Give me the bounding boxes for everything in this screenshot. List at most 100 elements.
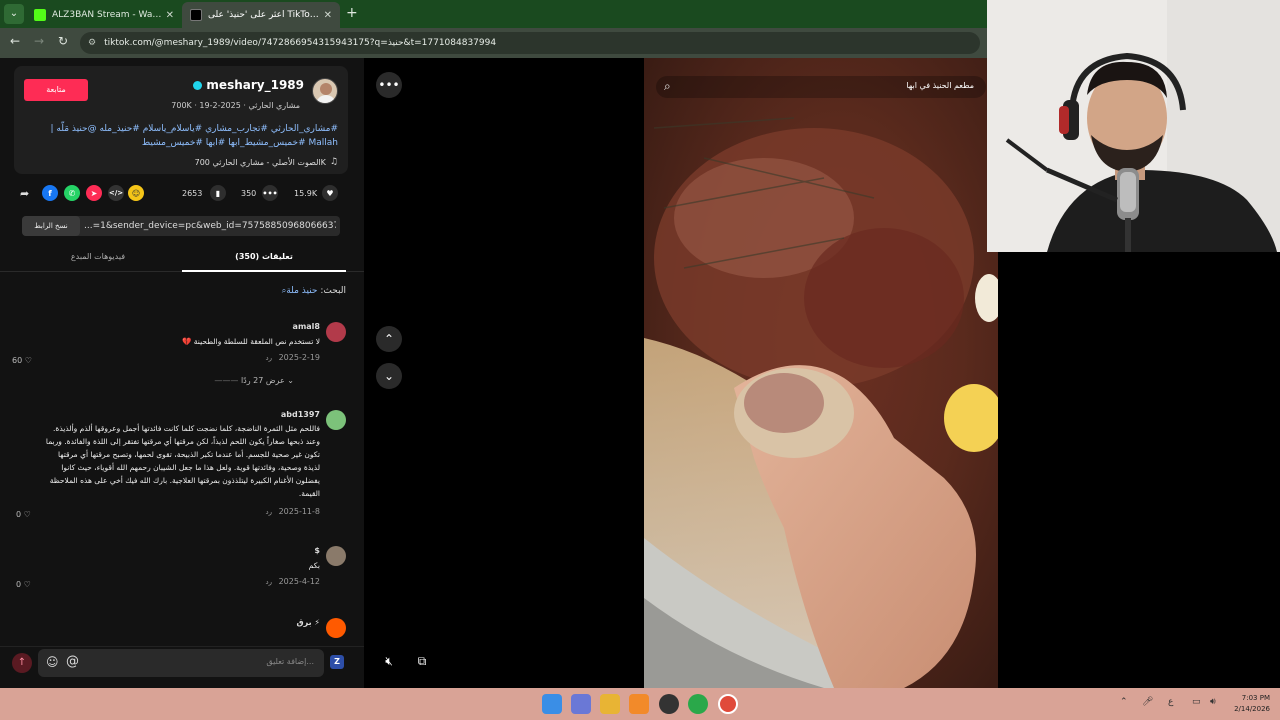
copy-link-button[interactable]: نسخ الرابط [22, 216, 80, 236]
tray-chevron-up-icon[interactable]: ⌃ [1120, 697, 1128, 707]
share-icon[interactable]: ➦ [20, 184, 29, 202]
music-note-icon: ♫ [329, 157, 338, 167]
comment-input[interactable]: ☺ @ إضافة تعليق... [38, 649, 324, 677]
video-search-query: مطعم الحنيذ في ابها [906, 81, 974, 90]
comment-composer: ↑ ☺ @ إضافة تعليق... Z [0, 646, 364, 688]
username[interactable]: meshary_1989 [193, 78, 304, 92]
video-search-bar[interactable]: ⌕ مطعم الحنيذ في ابها [656, 76, 986, 98]
sound-line[interactable]: الصوت الأصلي - مشاري الحارثي 700K ♫ [195, 157, 338, 167]
comment-username[interactable]: abd1397 [281, 410, 320, 419]
new-tab-plus-icon[interactable]: + [346, 5, 358, 21]
like-count: 0 [16, 580, 22, 589]
player-control-area: ••• ⌃ ⌄ 🔇︎ ⧉ [364, 58, 644, 688]
mention-at-icon[interactable]: @ [66, 654, 79, 669]
commenter-avatar[interactable] [326, 618, 346, 638]
comment-like[interactable]: 0 ♡ [16, 580, 31, 589]
post-caption-hashtags[interactable]: #مشاري_الحارثي #تجارب_مشاري #ياسلام_ياسل… [26, 122, 339, 150]
comment-username[interactable]: برق ⚡ [296, 618, 320, 627]
microphone-icon[interactable]: 🎤︎ [1142, 697, 1153, 707]
like-count: 60 [12, 356, 23, 365]
tab-list-chevron-icon[interactable]: ⌄ [4, 4, 24, 24]
system-clock[interactable]: 7:03 PM 2/14/2026 [1234, 693, 1270, 715]
search-keyword-label[interactable]: البحث: حنيذ ملة⌕ [282, 286, 346, 296]
send-to-friend-icon[interactable]: ➤ [86, 184, 102, 202]
comment-username[interactable]: amal8 [293, 322, 320, 331]
clock-time: 7:03 PM [1241, 694, 1270, 702]
whatsapp-icon[interactable]: ✆ [64, 184, 80, 202]
emoji-icon[interactable]: ☺ [46, 655, 59, 669]
close-tab-icon[interactable]: ✕ [324, 10, 332, 21]
extension-z-icon[interactable]: Z [330, 655, 344, 669]
video-player[interactable]: ⌕ مطعم الحنيذ في ابها [644, 58, 998, 688]
file-explorer-icon[interactable] [600, 694, 620, 714]
tab-comments[interactable]: (350) تعليقات [182, 244, 346, 272]
previous-video-chevron-up-icon[interactable]: ⌃ [376, 326, 402, 352]
comment-like[interactable]: 60 ♡ [12, 356, 32, 365]
food-video-frame [644, 58, 998, 688]
url-text: tiktok.com/@meshary_1989/video/747286695… [104, 38, 497, 48]
comment-like[interactable]: 0 ♡ [16, 510, 31, 519]
chrome-icon[interactable] [688, 694, 708, 714]
mute-speaker-icon[interactable]: 🔇︎ [376, 648, 402, 674]
author-subline: مشاري الحارثي · 700K · 19-2-2025 [171, 101, 300, 110]
reply-button[interactable]: رد [266, 508, 273, 516]
tab-label: ALZ3BAN Stream - Watch Live o [52, 10, 162, 20]
picture-in-picture-icon[interactable]: ⧉ [409, 648, 435, 674]
close-tab-icon[interactable]: ✕ [166, 10, 174, 21]
comment-username[interactable]: $ [314, 546, 320, 555]
like-count: 0 [16, 510, 22, 519]
commenter-avatar[interactable] [326, 410, 346, 430]
verified-badge-icon [193, 80, 203, 90]
comment-placeholder: إضافة تعليق... [266, 657, 314, 666]
reply-button[interactable]: رد [266, 578, 273, 586]
app-a-icon[interactable] [629, 694, 649, 714]
chevron-down-icon: ⌄ [284, 376, 294, 385]
network-icon[interactable]: ▭ [1192, 697, 1201, 707]
site-info-icon[interactable]: ⚙ [88, 38, 96, 48]
heart-outline-icon: ♡ [23, 510, 31, 519]
tab-creator-videos[interactable]: فيديوهات المبدع [14, 244, 182, 272]
webcam-image [987, 0, 1280, 252]
username-text: meshary_1989 [206, 78, 304, 92]
bookmark-icon[interactable]: ▮ [210, 184, 226, 202]
obs-icon[interactable] [659, 694, 679, 714]
share-link-text[interactable]: ...=1&sender_device=pc&web_id=7575885096… [84, 216, 336, 236]
reply-button[interactable]: رد [266, 354, 273, 362]
os-taskbar: ⌃ 🎤︎ ع ▭ 🔊︎ 7:03 PM 2/14/2026 [0, 688, 1280, 720]
avatar[interactable] [312, 78, 338, 104]
view-replies-text: عرض 27 ردًا [240, 376, 285, 385]
commenter-avatar[interactable] [326, 546, 346, 566]
back-arrow-icon[interactable]: ← [6, 34, 24, 48]
view-replies-button[interactable]: ——— عرض 27 ردًا ⌄ [214, 376, 294, 385]
sound-text: الصوت الأصلي - مشاري الحارثي 700K [194, 157, 326, 167]
search-icon: ⌕ [664, 79, 671, 93]
reload-icon[interactable]: ↻ [54, 34, 72, 48]
volume-icon[interactable]: 🔊︎ [1210, 697, 1216, 707]
heart-outline-icon: ♡ [23, 580, 31, 589]
comment-bubble-icon[interactable]: ••• [262, 184, 278, 202]
browser-tab-tiktok[interactable]: اعثر على 'حنيذ' على TikTok | بحـ ✕ [182, 2, 340, 28]
emoji-sticker-icon[interactable]: ☺ [128, 184, 144, 202]
embed-code-icon[interactable]: </> [108, 184, 124, 202]
forward-arrow-icon[interactable]: → [30, 34, 48, 48]
commenter-avatar[interactable] [326, 322, 346, 342]
more-options-icon[interactable]: ••• [376, 72, 402, 98]
language-indicator-icon[interactable]: ع [1168, 697, 1173, 707]
details-panel: متابعة meshary_1989 مشاري الحارثي · 700K… [0, 58, 364, 688]
follow-button[interactable]: متابعة [24, 79, 88, 101]
clock-date: 2/14/2026 [1234, 705, 1270, 713]
browser-tab-kick[interactable]: ALZ3BAN Stream - Watch Live o ✕ [26, 2, 182, 28]
post-comment-arrow-icon[interactable]: ↑ [12, 653, 32, 673]
chrome-active-icon[interactable] [718, 694, 738, 714]
facebook-icon[interactable]: f [42, 184, 58, 202]
comments-count: 350 [241, 188, 257, 198]
comment-text: بكم [308, 561, 320, 570]
url-field[interactable]: ⚙ tiktok.com/@meshary_1989/video/7472866… [80, 32, 980, 54]
post-info-card: متابعة meshary_1989 مشاري الحارثي · 700K… [14, 66, 348, 174]
comment-date: 2025-11-8 [278, 507, 320, 516]
app-icon[interactable] [571, 694, 591, 714]
heart-icon[interactable]: ♥ [322, 184, 338, 202]
start-windows-icon[interactable] [542, 694, 562, 714]
kick-favicon-icon [34, 9, 46, 21]
next-video-chevron-down-icon[interactable]: ⌄ [376, 363, 402, 389]
